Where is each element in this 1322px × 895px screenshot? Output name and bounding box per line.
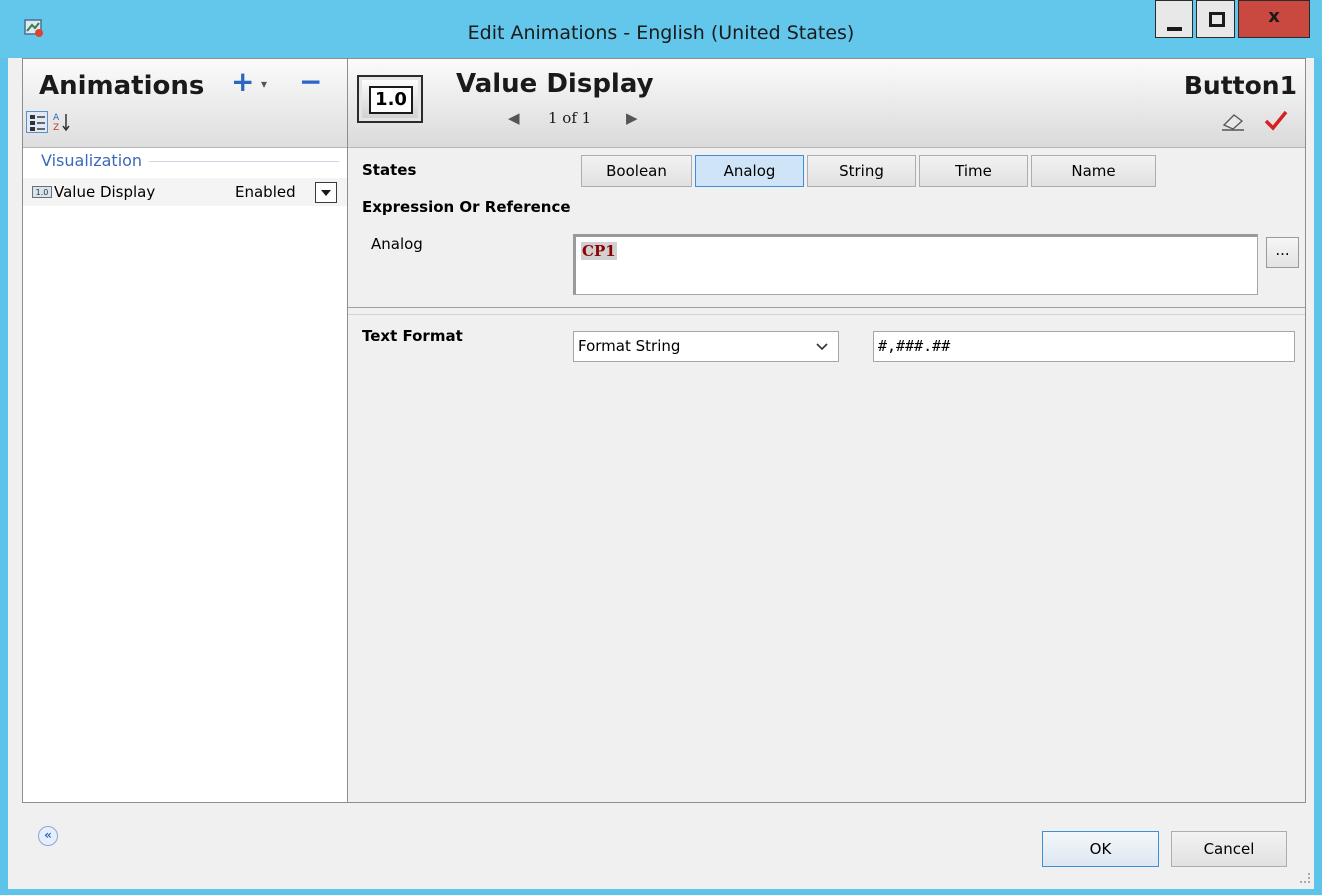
animation-list-item[interactable]: 1.0 Value Display Enabled — [23, 178, 348, 206]
remove-animation-button[interactable]: − — [299, 65, 322, 98]
state-time-button[interactable]: Time — [919, 155, 1028, 187]
format-string-input[interactable]: #,###.## — [873, 331, 1295, 362]
chevron-down-icon — [816, 343, 828, 351]
format-type-value: Format String — [578, 337, 681, 355]
cancel-button[interactable]: Cancel — [1171, 831, 1287, 867]
animation-editor-panel: 1.0 Value Display ◀ 1 of 1 ▶ Button1 Sta… — [347, 58, 1306, 803]
state-boolean-button[interactable]: Boolean — [581, 155, 692, 187]
expression-value: CP1 — [581, 242, 617, 260]
state-name-button[interactable]: Name — [1031, 155, 1156, 187]
next-arrow-icon[interactable]: ▶ — [626, 109, 638, 127]
state-analog-button[interactable]: Analog — [695, 155, 804, 187]
window-title: Edit Animations - English (United States… — [467, 22, 855, 44]
text-format-label: Text Format — [362, 327, 463, 345]
dialog-client-area: Animations + ▾ − A Z Visualization 1.0 V… — [8, 58, 1314, 889]
add-animation-dropdown-icon[interactable]: ▾ — [261, 77, 267, 91]
close-button[interactable]: x — [1238, 0, 1310, 38]
categorized-view-icon[interactable] — [26, 111, 48, 133]
animation-status: Enabled — [235, 183, 296, 201]
animations-panel-header: Animations + ▾ − A Z — [23, 59, 348, 148]
value-display-icon: 1.0 — [32, 186, 52, 198]
add-animation-button[interactable]: + — [231, 65, 254, 98]
browse-button[interactable]: ... — [1266, 237, 1299, 268]
ok-button[interactable]: OK — [1042, 831, 1159, 867]
category-visualization: Visualization — [41, 151, 143, 170]
check-icon[interactable] — [1263, 107, 1289, 133]
animations-title: Animations — [39, 71, 205, 101]
section-divider — [348, 307, 1305, 308]
section-divider — [348, 314, 1305, 315]
object-name: Button1 — [1183, 71, 1297, 100]
animation-title: Value Display — [456, 69, 654, 99]
svg-text:A: A — [53, 113, 60, 123]
state-string-button[interactable]: String — [807, 155, 916, 187]
status-dropdown-button[interactable] — [315, 182, 337, 203]
category-divider — [149, 161, 339, 162]
close-icon: x — [1268, 6, 1280, 27]
editor-header: 1.0 Value Display ◀ 1 of 1 ▶ Button1 — [348, 59, 1305, 148]
minimize-button[interactable] — [1155, 0, 1193, 38]
title-bar: Edit Animations - English (United States… — [0, 0, 1322, 58]
format-type-select[interactable]: Format String — [573, 331, 839, 362]
states-label: States — [362, 161, 417, 179]
page-indicator: 1 of 1 — [548, 109, 592, 127]
value-display-large-icon: 1.0 — [357, 75, 423, 123]
animations-panel: Animations + ▾ − A Z Visualization 1.0 V… — [22, 58, 349, 803]
maximize-button[interactable] — [1196, 0, 1235, 38]
collapse-icon[interactable]: « — [38, 826, 58, 846]
animation-name: Value Display — [54, 183, 156, 201]
resize-grip[interactable] — [1300, 873, 1310, 883]
analog-field-label: Analog — [371, 235, 423, 253]
expression-input[interactable]: CP1 — [573, 234, 1258, 295]
svg-text:Z: Z — [53, 123, 59, 133]
format-string-value: #,###.## — [878, 337, 951, 355]
previous-arrow-icon[interactable]: ◀ — [508, 109, 520, 127]
sort-alphabetical-icon[interactable]: A Z — [51, 111, 73, 133]
expression-label: Expression Or Reference — [362, 198, 571, 216]
eraser-icon[interactable] — [1220, 111, 1248, 133]
